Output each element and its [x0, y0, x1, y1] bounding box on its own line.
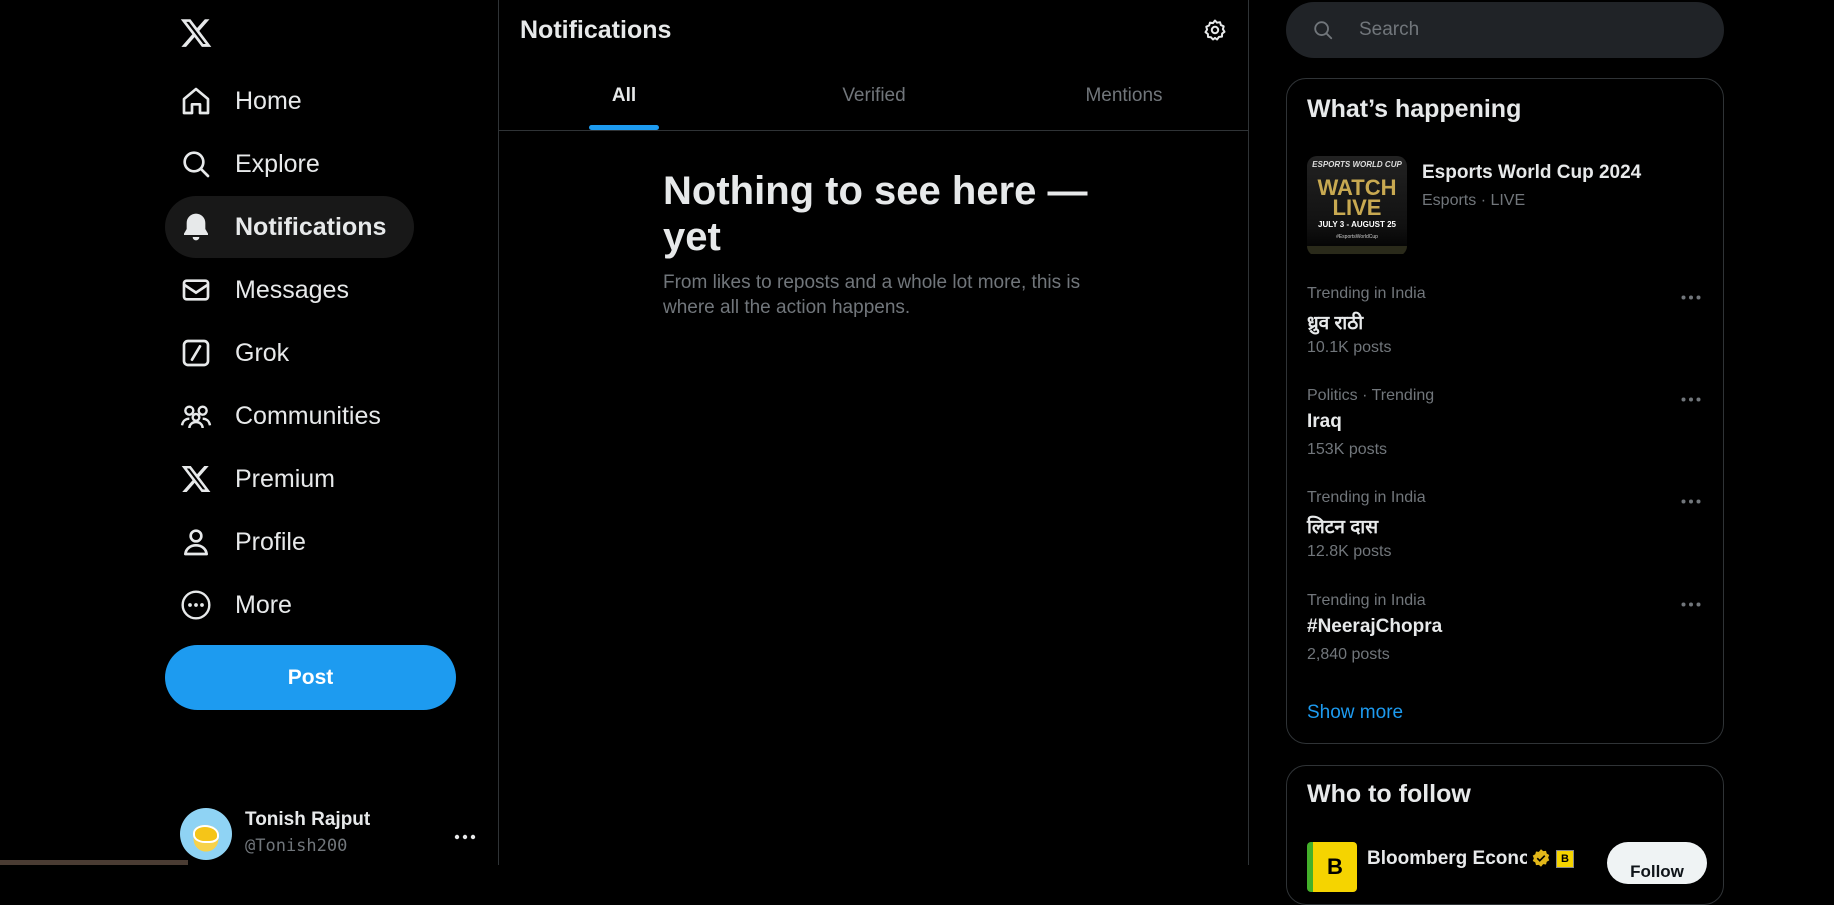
avatar: B [1307, 842, 1357, 892]
featured-event[interactable]: ESPORTS WORLD CUP WATCH LIVE JULY 3 - AU… [1307, 156, 1707, 256]
thumbnail-strip [1307, 246, 1407, 254]
panel-title: What’s happening [1307, 95, 1522, 123]
search-bar[interactable] [1286, 2, 1724, 58]
nav-item-explore[interactable]: Explore [165, 133, 348, 195]
ellipsis-icon[interactable] [1675, 383, 1707, 415]
tab-all[interactable]: All [499, 62, 749, 130]
nav-label-notifications: Notifications [235, 212, 387, 241]
left-sidebar: Home Explore Notifications Messages Grok… [0, 0, 499, 865]
show-more-link[interactable]: Show more [1307, 702, 1403, 724]
follow-suggestion[interactable]: B Bloomberg Econom B Follow [1307, 842, 1707, 902]
nav-label-messages: Messages [235, 275, 349, 304]
person-icon [179, 525, 213, 559]
bell-icon [179, 210, 213, 244]
nav-item-notifications[interactable]: Notifications [165, 196, 415, 258]
settings-button[interactable] [1198, 13, 1232, 47]
notification-tabs: All Verified Mentions [499, 62, 1249, 131]
nav-label-premium: Premium [235, 464, 336, 493]
thumbnail-date: JULY 3 - AUGUST 25 [1318, 220, 1396, 229]
tab-mentions[interactable]: Mentions [999, 62, 1249, 130]
nav-item-messages[interactable]: Messages [165, 259, 377, 321]
nav-label-home: Home [235, 86, 302, 115]
trend-name: लिटन दास [1307, 517, 1379, 538]
post-button[interactable]: Post [165, 645, 456, 710]
nav-label-profile: Profile [235, 527, 306, 556]
envelope-icon [179, 273, 213, 307]
home-icon [179, 84, 213, 118]
nav-item-communities[interactable]: Communities [165, 385, 409, 447]
x-logo-link[interactable] [165, 5, 227, 61]
trend-item[interactable]: Trending in India #NeerajChopra 2,840 po… [1287, 592, 1723, 694]
empty-state: Nothing to see here — yet From likes to … [663, 168, 1103, 320]
nav-item-home[interactable]: Home [165, 70, 330, 132]
trend-count: 10.1K posts [1307, 339, 1392, 356]
active-tab-indicator [589, 125, 659, 130]
page-title: Notifications [520, 16, 672, 44]
event-title: Esports World Cup 2024 [1422, 162, 1642, 183]
trend-count: 153K posts [1307, 441, 1388, 458]
nav-item-premium[interactable]: Premium [165, 448, 363, 510]
event-meta: Esports · LIVE [1422, 192, 1526, 209]
nav-item-more[interactable]: More [165, 574, 320, 636]
main-column: Notifications All Verified Mentions Noth… [499, 0, 1249, 865]
trend-name: #NeerajChopra [1307, 616, 1443, 637]
search-icon [1310, 18, 1335, 43]
people-icon [179, 399, 213, 433]
tab-label: All [611, 85, 637, 106]
ellipsis-icon[interactable] [1675, 281, 1707, 313]
whats-happening-panel: What’s happening ESPORTS WORLD CUP WATCH… [1286, 78, 1724, 744]
nav-item-grok[interactable]: Grok [165, 322, 317, 384]
trend-count: 2,840 posts [1307, 646, 1390, 663]
account-name: Tonish Rajput [245, 809, 371, 830]
thumbnail-headline: WATCH LIVE [1307, 177, 1407, 220]
trend-count: 12.8K posts [1307, 543, 1392, 560]
verified-badge-icon [1531, 848, 1551, 873]
suggested-account-name: Bloomberg Econom [1367, 848, 1527, 869]
ellipsis-icon[interactable] [448, 820, 482, 854]
thumbnail-hashtag: #EsportsWorldCup [1336, 234, 1378, 240]
nav-label-grok: Grok [235, 338, 290, 367]
trend-item[interactable]: Trending in India लिटन दास 12.8K posts [1287, 489, 1723, 591]
panel-title: Who to follow [1307, 780, 1471, 808]
trend-name: ध्रुव राठी [1307, 313, 1364, 334]
nav-label-communities: Communities [235, 401, 381, 430]
nav-label-more: More [235, 590, 292, 619]
avatar [180, 808, 232, 860]
thumbnail-headline-line: LIVE [1332, 195, 1382, 220]
event-thumbnail: ESPORTS WORLD CUP WATCH LIVE JULY 3 - AU… [1307, 156, 1407, 256]
gear-icon [1204, 19, 1226, 41]
trend-context: Trending in India [1307, 489, 1426, 506]
trend-context: Trending in India [1307, 592, 1426, 609]
account-handle: @Tonish200 [245, 836, 348, 856]
thumbnail-caption: ESPORTS WORLD CUP [1312, 160, 1402, 169]
ellipsis-icon[interactable] [1675, 588, 1707, 620]
affiliate-badge: B [1556, 850, 1574, 868]
tab-label: Verified [842, 85, 906, 106]
scroll-indicator [0, 860, 188, 865]
follow-button[interactable]: Follow [1607, 842, 1707, 884]
trend-context: Trending in India [1307, 285, 1426, 302]
trend-context: Politics · Trending [1307, 387, 1435, 404]
x-logo-icon [179, 462, 213, 496]
tab-verified[interactable]: Verified [749, 62, 999, 130]
search-icon [179, 147, 213, 181]
trend-name: Iraq [1307, 411, 1342, 432]
x-logo-icon [180, 19, 212, 47]
nav-item-profile[interactable]: Profile [165, 511, 334, 573]
trend-item[interactable]: Politics · Trending Iraq 153K posts [1287, 387, 1723, 489]
right-column: What’s happening ESPORTS WORLD CUP WATCH… [1286, 0, 1724, 905]
empty-state-subtitle: From likes to reposts and a whole lot mo… [663, 272, 1081, 318]
trend-item[interactable]: Trending in India ध्रुव राठी 10.1K posts [1287, 285, 1723, 387]
nav-label-explore: Explore [235, 149, 320, 178]
empty-state-title: Nothing to see here — yet [663, 169, 1088, 259]
tab-label: Mentions [1085, 85, 1163, 106]
more-circle-icon [179, 588, 213, 622]
ellipsis-icon[interactable] [1675, 485, 1707, 517]
grok-icon [179, 336, 213, 370]
main-header: Notifications [499, 0, 1249, 62]
account-switcher[interactable]: Tonish Rajput @Tonish200 [165, 796, 485, 868]
who-to-follow-panel: Who to follow B Bloomberg Econom B Follo… [1286, 765, 1724, 905]
search-input[interactable] [1357, 18, 1687, 42]
